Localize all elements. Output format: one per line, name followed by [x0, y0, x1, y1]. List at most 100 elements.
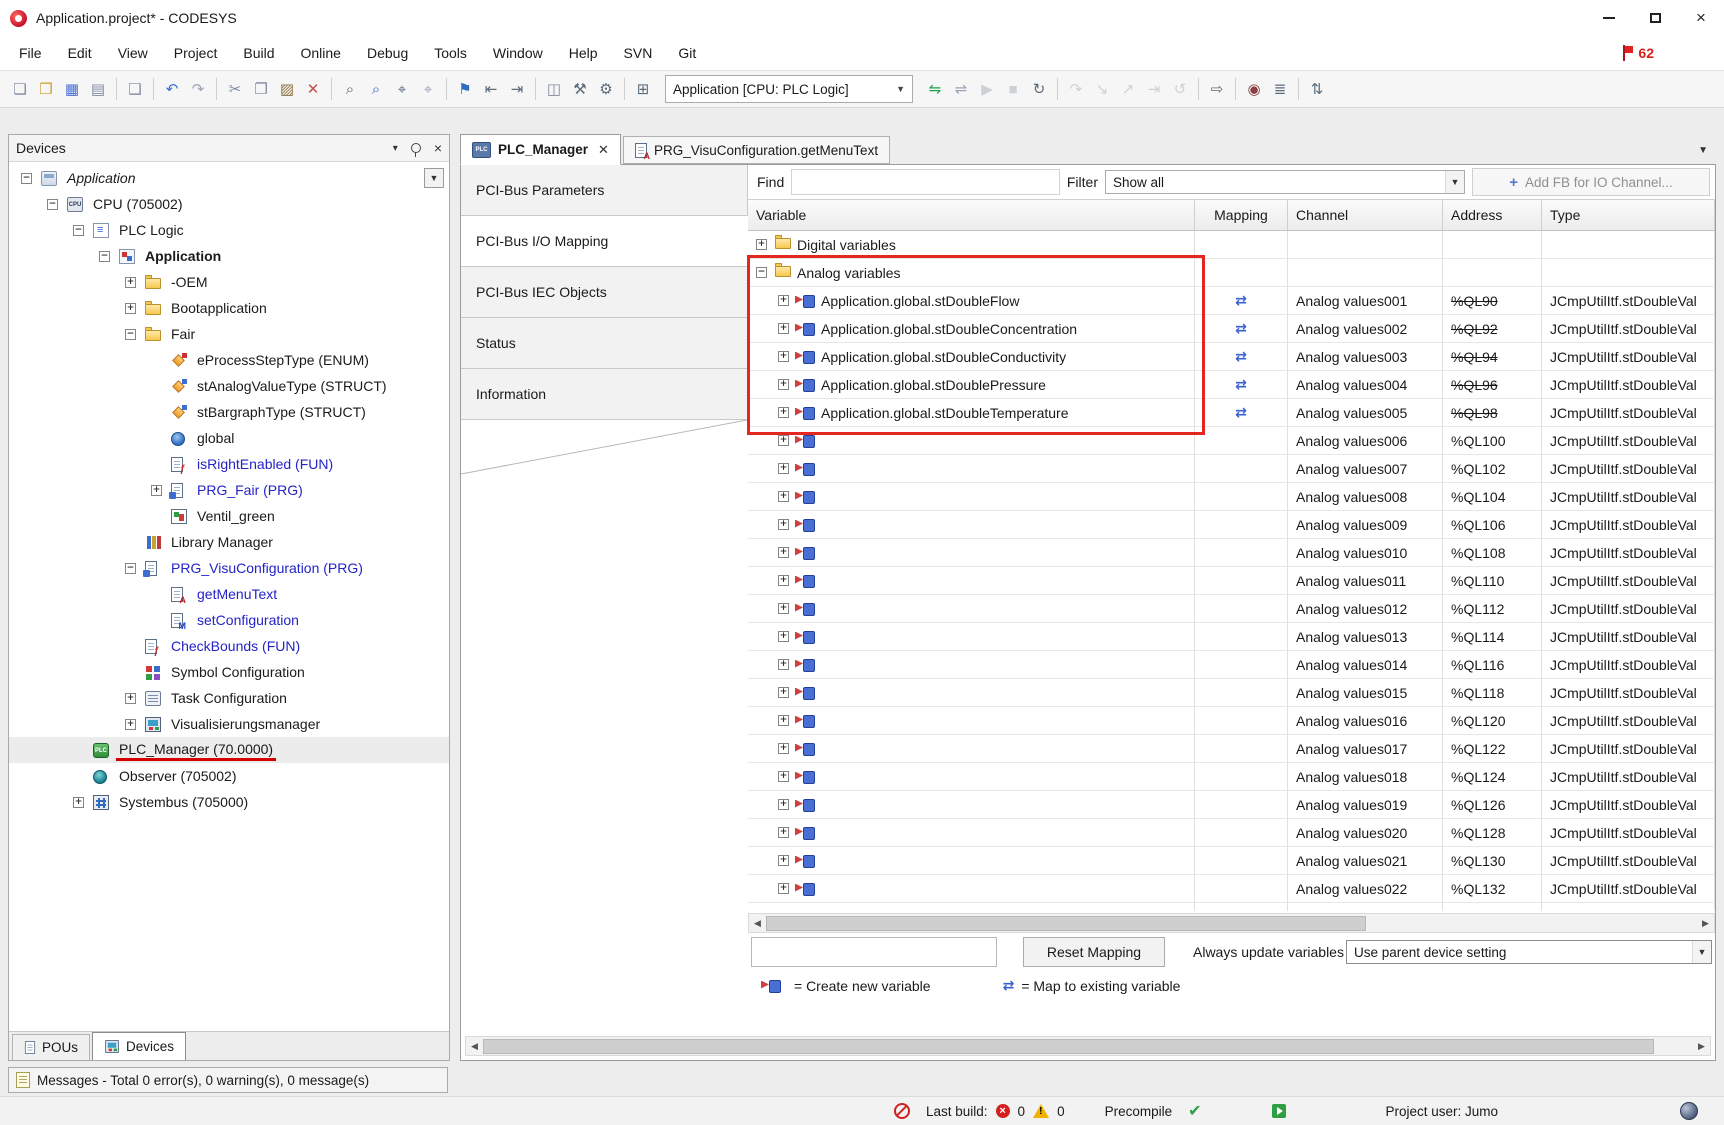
expand-icon[interactable]: +	[778, 603, 789, 614]
paste-icon[interactable]: ▨	[275, 77, 299, 101]
expand-icon[interactable]: +	[778, 659, 789, 670]
find-previous-icon[interactable]: ⌖	[416, 77, 440, 101]
scroll-left-icon[interactable]: ◀	[749, 918, 766, 929]
generate-code-icon[interactable]: ⚙	[594, 77, 618, 101]
tree-item-prg-visuconfiguration-prg[interactable]: −PRG_VisuConfiguration (PRG)	[9, 555, 449, 581]
tree-item-stanalogvaluetype-struct[interactable]: stAnalogValueType (STRUCT)	[9, 373, 449, 399]
menu-project[interactable]: Project	[161, 36, 231, 70]
project-settings-icon[interactable]: ◫	[542, 77, 566, 101]
tab-list-chevron-icon[interactable]: ▼	[1698, 145, 1716, 156]
run-to-cursor-icon[interactable]: ⇥	[1142, 77, 1166, 101]
refresh-icon[interactable]: ⇅	[1305, 77, 1329, 101]
table-row[interactable]: +Analog values006%QL100JCmpUtilItf.stDou…	[748, 427, 1715, 455]
table-row[interactable]: +Analog values019%QL126JCmpUtilItf.stDou…	[748, 791, 1715, 819]
update-variables-select[interactable]: Use parent device setting ▼	[1346, 940, 1712, 964]
menu-help[interactable]: Help	[556, 36, 611, 70]
editor-horizontal-scrollbar[interactable]: ◀ ▶	[465, 1036, 1711, 1056]
menu-file[interactable]: File	[6, 36, 55, 70]
table-row[interactable]: +Analog values014%QL116JCmpUtilItf.stDou…	[748, 651, 1715, 679]
tree-item-bootapplication[interactable]: +Bootapplication	[9, 295, 449, 321]
tree-item-task-configuration[interactable]: +Task Configuration	[9, 685, 449, 711]
start-icon[interactable]: ▶	[975, 77, 999, 101]
tree-item-application[interactable]: −Application	[9, 243, 449, 269]
error-flag[interactable]: 62	[1621, 45, 1654, 61]
tree-item-systembus-705000[interactable]: +Systembus (705000)	[9, 789, 449, 815]
device-editor-tab-pci-bus-i-o-mapping[interactable]: PCI-Bus I/O Mapping	[461, 216, 748, 267]
expand-icon[interactable]: +	[778, 631, 789, 642]
column-header-variable[interactable]: Variable	[748, 200, 1195, 230]
expand-icon[interactable]: +	[125, 719, 136, 730]
menu-svn[interactable]: SVN	[611, 36, 666, 70]
expand-icon[interactable]: +	[778, 323, 789, 334]
tree-item-observer-705002[interactable]: Observer (705002)	[9, 763, 449, 789]
build-icon[interactable]: ⚒	[568, 77, 592, 101]
reset-mapping-button[interactable]: Reset Mapping	[1023, 937, 1165, 967]
table-row[interactable]: +Analog values016%QL120JCmpUtilItf.stDou…	[748, 707, 1715, 735]
previous-bookmark-icon[interactable]: ⇤	[479, 77, 503, 101]
collapse-icon[interactable]: −	[756, 267, 767, 278]
expand-icon[interactable]: +	[778, 715, 789, 726]
open-file-icon[interactable]: ❒	[34, 77, 58, 101]
table-row[interactable]: +Application.global.stDoubleTemperature⇄…	[748, 399, 1715, 427]
minimize-button[interactable]	[1586, 0, 1632, 36]
expand-icon[interactable]: +	[73, 797, 84, 808]
tree-item-plc-manager-70-0000[interactable]: PLC_Manager (70.0000)	[9, 737, 449, 763]
table-row[interactable]: +Analog values015%QL118JCmpUtilItf.stDou…	[748, 679, 1715, 707]
tree-item-global[interactable]: global	[9, 425, 449, 451]
table-row[interactable]: +	[748, 903, 1715, 911]
stop-icon[interactable]: ■	[1001, 77, 1025, 101]
window-position-icon[interactable]: ▾	[393, 143, 398, 154]
add-fb-for-io-channel-button[interactable]: + Add FB for IO Channel...	[1472, 168, 1710, 196]
logout-icon[interactable]: ⇌	[949, 77, 973, 101]
find-next-icon[interactable]: ⌖	[390, 77, 414, 101]
table-group-row[interactable]: −Analog variables	[748, 259, 1715, 287]
collapse-icon[interactable]: −	[47, 199, 58, 210]
new-file-icon[interactable]: ❏	[8, 77, 32, 101]
messages-bar[interactable]: Messages - Total 0 error(s), 0 warning(s…	[8, 1067, 448, 1093]
table-row[interactable]: +Analog values008%QL104JCmpUtilItf.stDou…	[748, 483, 1715, 511]
expand-icon[interactable]: +	[778, 547, 789, 558]
table-row[interactable]: +Analog values022%QL132JCmpUtilItf.stDou…	[748, 875, 1715, 903]
save-icon[interactable]: ▦	[60, 77, 84, 101]
expand-icon[interactable]: +	[778, 687, 789, 698]
tree-item-ventil-green[interactable]: Ventil_green	[9, 503, 449, 529]
expand-icon[interactable]: +	[125, 303, 136, 314]
tree-item-visualisierungsmanager[interactable]: +Visualisierungsmanager	[9, 711, 449, 737]
tree-item-setconfiguration[interactable]: setConfiguration	[9, 607, 449, 633]
expand-icon[interactable]: +	[778, 491, 789, 502]
menu-view[interactable]: View	[105, 36, 161, 70]
table-row[interactable]: +Analog values020%QL128JCmpUtilItf.stDou…	[748, 819, 1715, 847]
undo-icon[interactable]: ↶	[160, 77, 184, 101]
next-statement-icon[interactable]: ⇨	[1205, 77, 1229, 101]
table-row[interactable]: +Application.global.stDoubleConcentratio…	[748, 315, 1715, 343]
table-row[interactable]: +Analog values021%QL130JCmpUtilItf.stDou…	[748, 847, 1715, 875]
column-header-type[interactable]: Type	[1542, 200, 1715, 230]
table-row[interactable]: +Analog values010%QL108JCmpUtilItf.stDou…	[748, 539, 1715, 567]
mapping-edit-field[interactable]	[751, 937, 997, 967]
expand-icon[interactable]: +	[151, 485, 162, 496]
editor-tab-plc-manager[interactable]: PLC_Manager✕	[460, 134, 621, 165]
tree-item-fair[interactable]: −Fair	[9, 321, 449, 347]
expand-icon[interactable]: +	[778, 855, 789, 866]
delete-icon[interactable]: ✕	[301, 77, 325, 101]
collapse-icon[interactable]: −	[125, 329, 136, 340]
table-row[interactable]: +Analog values018%QL124JCmpUtilItf.stDou…	[748, 763, 1715, 791]
expand-icon[interactable]: +	[756, 239, 767, 250]
column-header-channel[interactable]: Channel	[1288, 200, 1443, 230]
menu-tools[interactable]: Tools	[421, 36, 480, 70]
device-combo-button[interactable]: ▼	[424, 168, 444, 188]
find-replace-icon[interactable]: ⌕	[364, 77, 388, 101]
tree-item-oem[interactable]: +-OEM	[9, 269, 449, 295]
column-header-address[interactable]: Address	[1443, 200, 1542, 230]
tree-item-plc-logic[interactable]: −PLC Logic	[9, 217, 449, 243]
expand-icon[interactable]: +	[778, 407, 789, 418]
device-editor-tab-pci-bus-iec-objects[interactable]: PCI-Bus IEC Objects	[461, 267, 748, 318]
online-change-icon[interactable]: ↻	[1027, 77, 1051, 101]
expand-icon[interactable]: +	[778, 771, 789, 782]
device-editor-tab-pci-bus-parameters[interactable]: PCI-Bus Parameters	[461, 165, 748, 216]
table-row[interactable]: +Analog values009%QL106JCmpUtilItf.stDou…	[748, 511, 1715, 539]
tree-item-stbargraphtype-struct[interactable]: stBargraphType (STRUCT)	[9, 399, 449, 425]
close-tab-icon[interactable]: ✕	[598, 142, 609, 158]
maximize-button[interactable]	[1632, 0, 1678, 36]
filter-select[interactable]: Show all ▼	[1105, 170, 1465, 194]
